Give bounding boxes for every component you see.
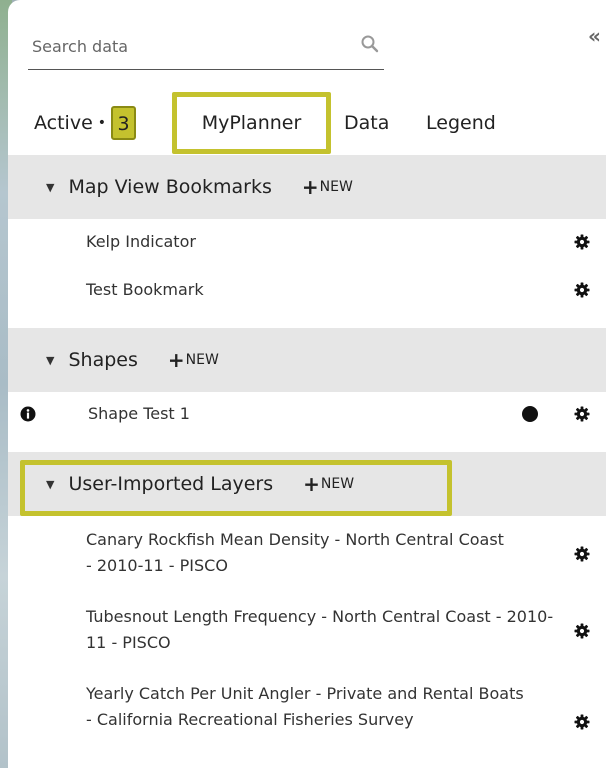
caret-down-icon[interactable]: ▼ xyxy=(46,354,54,367)
tab-myplanner-label: MyPlanner xyxy=(201,112,302,134)
info-icon[interactable] xyxy=(20,406,36,422)
tab-active-label: Active xyxy=(34,112,93,134)
search-input[interactable] xyxy=(32,26,352,66)
list-item[interactable]: Yearly Catch Per Unit Angler - Private a… xyxy=(8,680,606,764)
list-item[interactable]: Test Bookmark xyxy=(8,276,606,304)
section-header-shapes[interactable]: ▼ Shapes + NEW xyxy=(8,328,606,392)
tab-myplanner[interactable]: MyPlanner xyxy=(172,92,331,154)
active-count-badge: 3 xyxy=(111,106,137,140)
tab-data[interactable]: Data xyxy=(344,92,389,154)
layer-label: Canary Rockfish Mean Density - North Cen… xyxy=(86,530,504,575)
tab-bar: Active • 3 MyPlanner Data Legend xyxy=(8,92,606,154)
shape-label: Shape Test 1 xyxy=(88,404,190,423)
gear-icon[interactable] xyxy=(574,234,590,250)
plus-icon: + xyxy=(167,348,185,372)
tab-active[interactable]: Active • 3 xyxy=(34,92,137,154)
caret-down-icon[interactable]: ▼ xyxy=(46,478,54,491)
section-title-bookmarks: Map View Bookmarks xyxy=(68,176,272,198)
gear-icon[interactable] xyxy=(574,623,590,639)
section-title-shapes: Shapes xyxy=(68,349,138,371)
caret-down-icon[interactable]: ▼ xyxy=(46,181,54,194)
layer-label: Yearly Catch Per Unit Angler - Private a… xyxy=(86,684,524,729)
gear-icon[interactable] xyxy=(574,546,590,562)
new-bookmark-button[interactable]: + NEW xyxy=(302,175,353,199)
list-item[interactable]: Tubesnout Length Frequency - North Centr… xyxy=(8,603,606,659)
layer-label: Tubesnout Length Frequency - North Centr… xyxy=(86,607,554,652)
tab-legend-label: Legend xyxy=(426,112,496,134)
plus-icon: + xyxy=(301,175,319,199)
bookmark-label: Kelp Indicator xyxy=(86,232,196,251)
gear-icon[interactable] xyxy=(574,406,590,422)
new-shape-label: NEW xyxy=(185,352,219,368)
tab-active-separator: • xyxy=(97,115,107,131)
list-item[interactable]: Kelp Indicator xyxy=(8,228,606,256)
side-panel: « Active • 3 MyPlanner Data Legend ▼ Map… xyxy=(8,0,606,768)
new-layer-button[interactable]: + NEW xyxy=(303,472,354,496)
section-header-imported-layers[interactable]: ▼ User-Imported Layers + NEW xyxy=(8,452,606,516)
search-icon[interactable] xyxy=(360,34,380,54)
gear-icon[interactable] xyxy=(574,714,590,730)
section-title-imported-layers: User-Imported Layers xyxy=(68,473,274,495)
section-header-bookmarks[interactable]: ▼ Map View Bookmarks + NEW xyxy=(8,155,606,219)
list-item[interactable]: Shape Test 1 xyxy=(8,400,606,428)
double-chevron-left-icon[interactable]: « xyxy=(588,24,601,48)
list-item[interactable]: Canary Rockfish Mean Density - North Cen… xyxy=(8,526,606,582)
search-bar xyxy=(28,26,384,70)
circle-icon xyxy=(522,406,538,422)
tab-legend[interactable]: Legend xyxy=(426,92,496,154)
plus-icon: + xyxy=(303,472,320,496)
new-layer-label: NEW xyxy=(320,476,355,492)
tab-data-label: Data xyxy=(344,112,390,134)
new-bookmark-label: NEW xyxy=(319,179,353,195)
bookmark-label: Test Bookmark xyxy=(86,280,204,299)
gear-icon[interactable] xyxy=(574,282,590,298)
new-shape-button[interactable]: + NEW xyxy=(168,348,219,372)
